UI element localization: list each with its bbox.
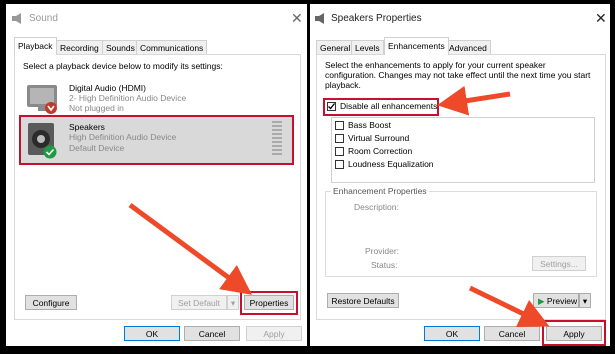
- tab-playback[interactable]: Playback: [14, 37, 57, 55]
- arrow-to-disable-all: [437, 85, 511, 116]
- arrow-to-apply: [468, 285, 550, 327]
- arrow-to-properties: [128, 202, 253, 295]
- tab-enhancements[interactable]: Enhancements: [384, 37, 449, 55]
- annotation-arrows: [128, 85, 550, 327]
